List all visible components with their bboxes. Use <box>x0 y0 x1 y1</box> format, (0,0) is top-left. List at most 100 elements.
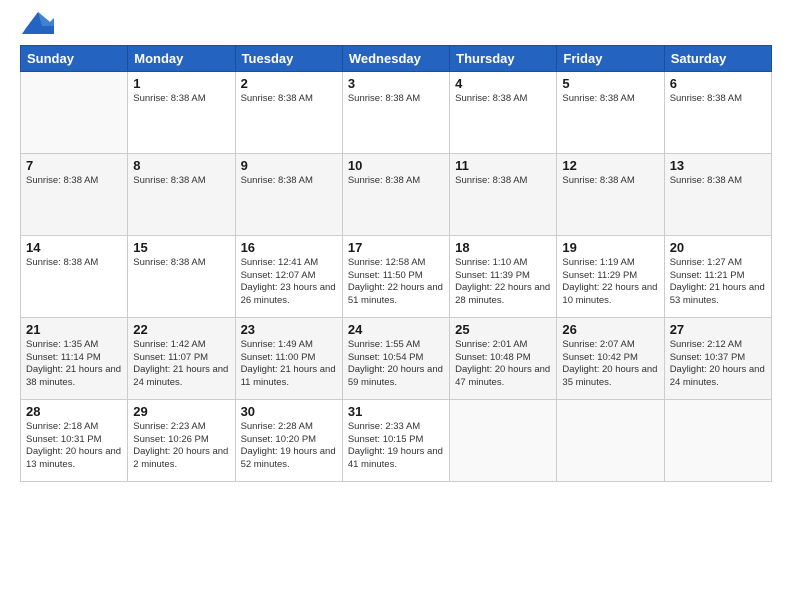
calendar-cell: 25 Sunrise: 2:01 AMSunset: 10:48 PMDaylig… <box>450 317 557 399</box>
calendar-cell: 7 Sunrise: 8:38 AM <box>21 153 128 235</box>
calendar-cell <box>664 399 771 481</box>
day-number: 20 <box>670 240 766 255</box>
calendar-cell: 20Sunrise: 1:27 AMSunset: 11:21 PMDaylig… <box>664 235 771 317</box>
logo <box>20 16 54 37</box>
calendar-cell: 1 Sunrise: 8:38 AM <box>128 71 235 153</box>
day-number: 9 <box>241 158 337 173</box>
day-number: 25 <box>455 322 551 337</box>
calendar-cell: 29Sunrise: 2:23 AMSunset: 10:26 PMDaylig… <box>128 399 235 481</box>
day-number: 13 <box>670 158 766 173</box>
day-info: Sunrise: 2:12 AMSunset: 10:37 PMDaylight… <box>670 339 766 390</box>
calendar-cell: 21 Sunrise: 1:35 AMSunset: 11:14 PMDaylig… <box>21 317 128 399</box>
calendar-cell: 27 Sunrise: 2:12 AMSunset: 10:37 PMDaylig… <box>664 317 771 399</box>
calendar-cell: 15Sunrise: 8:38 AM <box>128 235 235 317</box>
day-info: Sunrise: 8:38 AM <box>26 257 122 270</box>
day-number: 22 <box>133 322 229 337</box>
day-info: Sunrise: 8:38 AM <box>562 175 658 188</box>
calendar-cell: 6 Sunrise: 8:38 AM <box>664 71 771 153</box>
weekday-header-wednesday: Wednesday <box>342 45 449 71</box>
day-number: 28 <box>26 404 122 419</box>
calendar-week-row: 1Sunrise: 8:38 AM2Sunrise: 8:38 AM3Sunri… <box>21 71 772 153</box>
calendar-cell: 12 Sunrise: 8:38 AM <box>557 153 664 235</box>
calendar-cell: 3 Sunrise: 8:38 AM <box>342 71 449 153</box>
calendar-cell: 19 Sunrise: 1:19 AMSunset: 11:29 PMDaylig… <box>557 235 664 317</box>
day-number: 3 <box>348 76 444 91</box>
day-info: Sunrise: 8:38 AM <box>670 93 766 106</box>
logo-icon <box>22 8 54 34</box>
weekday-header-row: SundayMondayTuesdayWednesdayThursdayFrid… <box>21 45 772 71</box>
day-info: Sunrise: 8:38 AM <box>562 93 658 106</box>
calendar-cell: 4 Sunrise: 8:38 AM <box>450 71 557 153</box>
header <box>20 16 772 37</box>
calendar-cell: 14 Sunrise: 8:38 AM <box>21 235 128 317</box>
calendar-cell: 26 Sunrise: 2:07 AMSunset: 10:42 PMDaylig… <box>557 317 664 399</box>
calendar-cell: 30 Sunrise: 2:28 AMSunset: 10:20 PMDaylig… <box>235 399 342 481</box>
calendar-week-row: 21 Sunrise: 1:35 AMSunset: 11:14 PMDaylig… <box>21 317 772 399</box>
day-info: Sunrise: 2:33 AMSunset: 10:15 PMDaylight… <box>348 421 444 472</box>
day-number: 23 <box>241 322 337 337</box>
day-info: Sunrise: 8:38 AM <box>26 175 122 188</box>
day-info: Sunrise: 8:38 AM <box>348 175 444 188</box>
day-number: 24 <box>348 322 444 337</box>
day-number: 6 <box>670 76 766 91</box>
calendar-cell <box>21 71 128 153</box>
day-number: 27 <box>670 322 766 337</box>
day-number: 31 <box>348 404 444 419</box>
day-number: 1 <box>133 76 229 91</box>
day-info: Sunrise: 2:28 AMSunset: 10:20 PMDaylight… <box>241 421 337 472</box>
day-info: Sunrise: 8:38 AM <box>241 175 337 188</box>
day-info: Sunrise: 1:49 AMSunset: 11:00 PMDaylight… <box>241 339 337 390</box>
day-number: 17 <box>348 240 444 255</box>
day-number: 26 <box>562 322 658 337</box>
calendar-cell: 2Sunrise: 8:38 AM <box>235 71 342 153</box>
calendar-table: SundayMondayTuesdayWednesdayThursdayFrid… <box>20 45 772 482</box>
day-info: Sunrise: 12:41 AMSunset: 12:07 AMDayligh… <box>241 257 337 308</box>
day-number: 11 <box>455 158 551 173</box>
day-number: 4 <box>455 76 551 91</box>
weekday-header-sunday: Sunday <box>21 45 128 71</box>
calendar-cell: 17 Sunrise: 12:58 AMSunset: 11:50 PMDayli… <box>342 235 449 317</box>
day-info: Sunrise: 8:38 AM <box>133 175 229 188</box>
day-info: Sunrise: 12:58 AMSunset: 11:50 PMDayligh… <box>348 257 444 308</box>
day-info: Sunrise: 8:38 AM <box>241 93 337 106</box>
day-number: 16 <box>241 240 337 255</box>
day-info: Sunrise: 8:38 AM <box>455 175 551 188</box>
day-info: Sunrise: 1:55 AMSunset: 10:54 PMDaylight… <box>348 339 444 390</box>
day-info: Sunrise: 1:19 AMSunset: 11:29 PMDaylight… <box>562 257 658 308</box>
calendar-week-row: 28 Sunrise: 2:18 AMSunset: 10:31 PMDaylig… <box>21 399 772 481</box>
calendar-cell <box>557 399 664 481</box>
day-number: 12 <box>562 158 658 173</box>
day-info: Sunrise: 8:38 AM <box>348 93 444 106</box>
weekday-header-monday: Monday <box>128 45 235 71</box>
calendar-cell: 23 Sunrise: 1:49 AMSunset: 11:00 PMDaylig… <box>235 317 342 399</box>
weekday-header-tuesday: Tuesday <box>235 45 342 71</box>
day-info: Sunrise: 2:18 AMSunset: 10:31 PMDaylight… <box>26 421 122 472</box>
day-number: 19 <box>562 240 658 255</box>
day-info: Sunrise: 1:42 AMSunset: 11:07 PMDaylight… <box>133 339 229 390</box>
day-info: Sunrise: 2:07 AMSunset: 10:42 PMDaylight… <box>562 339 658 390</box>
day-number: 14 <box>26 240 122 255</box>
calendar-cell: 31 Sunrise: 2:33 AMSunset: 10:15 PMDaylig… <box>342 399 449 481</box>
calendar-cell: 24 Sunrise: 1:55 AMSunset: 10:54 PMDaylig… <box>342 317 449 399</box>
calendar-cell: 11 Sunrise: 8:38 AM <box>450 153 557 235</box>
day-number: 21 <box>26 322 122 337</box>
day-info: Sunrise: 1:10 AMSunset: 11:39 PMDaylight… <box>455 257 551 308</box>
day-info: Sunrise: 8:38 AM <box>670 175 766 188</box>
weekday-header-saturday: Saturday <box>664 45 771 71</box>
day-info: Sunrise: 8:38 AM <box>133 257 229 270</box>
calendar-cell <box>450 399 557 481</box>
weekday-header-thursday: Thursday <box>450 45 557 71</box>
day-number: 10 <box>348 158 444 173</box>
calendar-cell: 9 Sunrise: 8:38 AM <box>235 153 342 235</box>
day-number: 7 <box>26 158 122 173</box>
day-info: Sunrise: 1:35 AMSunset: 11:14 PMDaylight… <box>26 339 122 390</box>
day-info: Sunrise: 8:38 AM <box>133 93 229 106</box>
calendar-cell: 13 Sunrise: 8:38 AM <box>664 153 771 235</box>
day-info: Sunrise: 2:23 AMSunset: 10:26 PMDaylight… <box>133 421 229 472</box>
calendar-cell: 8Sunrise: 8:38 AM <box>128 153 235 235</box>
day-info: Sunrise: 8:38 AM <box>455 93 551 106</box>
day-info: Sunrise: 2:01 AMSunset: 10:48 PMDaylight… <box>455 339 551 390</box>
day-number: 5 <box>562 76 658 91</box>
day-number: 30 <box>241 404 337 419</box>
day-number: 18 <box>455 240 551 255</box>
